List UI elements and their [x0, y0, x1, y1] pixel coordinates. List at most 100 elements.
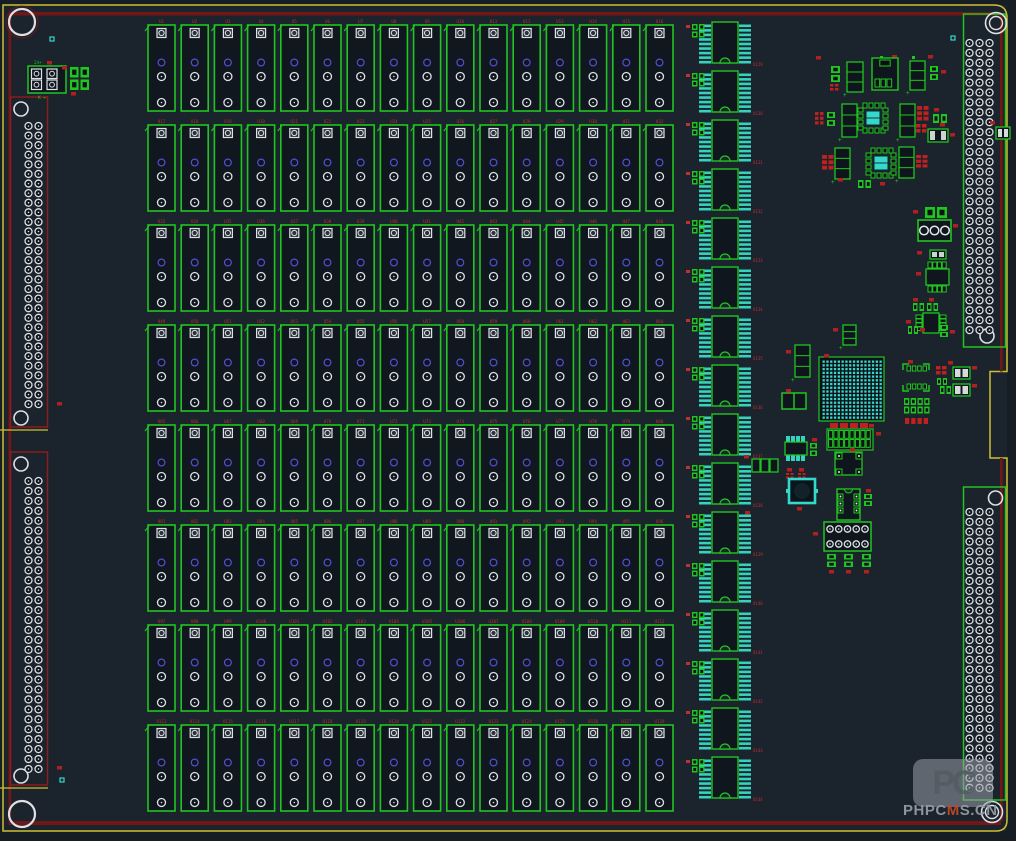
relay-footprint[interactable]: U46 [577, 219, 607, 311]
two-pad-footprint[interactable] [953, 384, 970, 396]
relay-footprint[interactable]: U18 [178, 119, 208, 211]
relay-footprint[interactable]: U84 [245, 519, 275, 611]
relay-footprint[interactable]: U26 [444, 119, 474, 211]
relay-footprint[interactable]: U43 [477, 219, 507, 311]
relay-footprint[interactable]: U102 [311, 619, 341, 711]
relay-footprint[interactable]: U87 [344, 519, 374, 611]
relay-footprint[interactable]: U79 [610, 419, 640, 511]
header-footprint[interactable] [824, 522, 871, 551]
relay-footprint[interactable]: U103 [344, 619, 374, 711]
relay-footprint[interactable]: U38 [311, 219, 341, 311]
relay-footprint[interactable]: U27 [477, 119, 507, 211]
relay-footprint[interactable]: U114 [178, 719, 208, 811]
relay-footprint[interactable]: U128 [643, 719, 673, 811]
relay-footprint[interactable]: U8 [377, 19, 407, 111]
relay-footprint[interactable]: U32 [643, 119, 673, 211]
relay-footprint[interactable]: U85 [278, 519, 308, 611]
relay-footprint[interactable]: U86 [311, 519, 341, 611]
relay-footprint[interactable]: U94 [577, 519, 607, 611]
relay-footprint[interactable]: U110 [577, 619, 607, 711]
relay-footprint[interactable]: U30 [577, 119, 607, 211]
relay-footprint[interactable]: U120 [377, 719, 407, 811]
relay-footprint[interactable]: U34 [178, 219, 208, 311]
relay-footprint[interactable]: U50 [178, 319, 208, 411]
relay-footprint[interactable]: U5 [278, 19, 308, 111]
two-pad-footprint[interactable] [953, 367, 970, 379]
relay-footprint[interactable]: U97 [145, 619, 175, 711]
relay-footprint[interactable]: U106 [444, 619, 474, 711]
relay-footprint[interactable]: U74 [444, 419, 474, 511]
relay-footprint[interactable]: U42 [444, 219, 474, 311]
relay-footprint[interactable]: U25 [411, 119, 441, 211]
relay-footprint[interactable]: U121 [411, 719, 441, 811]
relay-footprint[interactable]: U1 [145, 19, 175, 111]
relay-footprint[interactable]: U126 [577, 719, 607, 811]
relay-footprint[interactable]: U67 [211, 419, 241, 511]
bga-ic-footprint[interactable] [819, 357, 884, 421]
relay-footprint[interactable]: U75 [477, 419, 507, 511]
relay-footprint[interactable]: U3 [211, 19, 241, 111]
qfp-ic-footprint[interactable] [858, 103, 888, 133]
relay-footprint[interactable]: U96 [643, 519, 673, 611]
relay-footprint[interactable]: U101 [278, 619, 308, 711]
relay-footprint[interactable]: U60 [510, 319, 540, 411]
relay-footprint[interactable]: U12 [510, 19, 540, 111]
relay-footprint[interactable]: U104 [377, 619, 407, 711]
relay-footprint[interactable]: U73 [411, 419, 441, 511]
relay-footprint[interactable]: U90 [444, 519, 474, 611]
relay-footprint[interactable]: U40 [377, 219, 407, 311]
relay-footprint[interactable]: U41 [411, 219, 441, 311]
relay-footprint[interactable]: U56 [377, 319, 407, 411]
capacitor-footprint[interactable] [782, 393, 806, 409]
relay-footprint[interactable]: U64 [643, 319, 673, 411]
relay-footprint[interactable]: U62 [577, 319, 607, 411]
relay-footprint[interactable]: U125 [543, 719, 573, 811]
relay-footprint[interactable]: U65 [145, 419, 175, 511]
relay-footprint[interactable]: U92 [510, 519, 540, 611]
relay-footprint[interactable]: U11 [477, 19, 507, 111]
relay-footprint[interactable]: U69 [278, 419, 308, 511]
relay-footprint[interactable]: U20 [245, 119, 275, 211]
relay-footprint[interactable]: U112 [643, 619, 673, 711]
relay-footprint[interactable]: U23 [344, 119, 374, 211]
relay-footprint[interactable]: U105 [411, 619, 441, 711]
relay-footprint[interactable]: U4 [245, 19, 275, 111]
relay-footprint[interactable]: U99 [211, 619, 241, 711]
relay-footprint[interactable]: U80 [643, 419, 673, 511]
relay-footprint[interactable]: U117 [278, 719, 308, 811]
relay-footprint[interactable]: U127 [610, 719, 640, 811]
relay-footprint[interactable]: U107 [477, 619, 507, 711]
relay-footprint[interactable]: U39 [344, 219, 374, 311]
relay-footprint[interactable]: U36 [245, 219, 275, 311]
capacitor-footprint[interactable] [752, 459, 778, 472]
soic8-footprint[interactable] [785, 436, 807, 461]
relay-footprint[interactable]: U13 [543, 19, 573, 111]
relay-footprint[interactable]: U14 [577, 19, 607, 111]
relay-footprint[interactable]: U47 [610, 219, 640, 311]
crystal-footprint[interactable] [835, 452, 862, 475]
relay-footprint[interactable]: U10 [444, 19, 474, 111]
relay-footprint[interactable]: U111 [610, 619, 640, 711]
relay-footprint[interactable]: U21 [278, 119, 308, 211]
relay-footprint[interactable]: U71 [344, 419, 374, 511]
relay-footprint[interactable]: U115 [211, 719, 241, 811]
relay-footprint[interactable]: U54 [311, 319, 341, 411]
regulator-footprint[interactable] [872, 58, 898, 90]
relay-footprint[interactable]: U28 [510, 119, 540, 211]
relay-footprint[interactable]: U22 [311, 119, 341, 211]
relay-footprint[interactable]: U16 [643, 19, 673, 111]
relay-footprint[interactable]: U89 [411, 519, 441, 611]
qfp-ic-footprint[interactable] [866, 148, 896, 178]
header-footprint[interactable] [827, 429, 873, 450]
relay-footprint[interactable]: U124 [510, 719, 540, 811]
relay-footprint[interactable]: U83 [211, 519, 241, 611]
relay-footprint[interactable]: U29 [543, 119, 573, 211]
relay-footprint[interactable]: U95 [610, 519, 640, 611]
relay-footprint[interactable]: U33 [145, 219, 175, 311]
relay-footprint[interactable]: U31 [610, 119, 640, 211]
relay-footprint[interactable]: U91 [477, 519, 507, 611]
relay-footprint[interactable]: U7 [344, 19, 374, 111]
relay-footprint[interactable]: U55 [344, 319, 374, 411]
relay-footprint[interactable]: U57 [411, 319, 441, 411]
relay-footprint[interactable]: U51 [211, 319, 241, 411]
